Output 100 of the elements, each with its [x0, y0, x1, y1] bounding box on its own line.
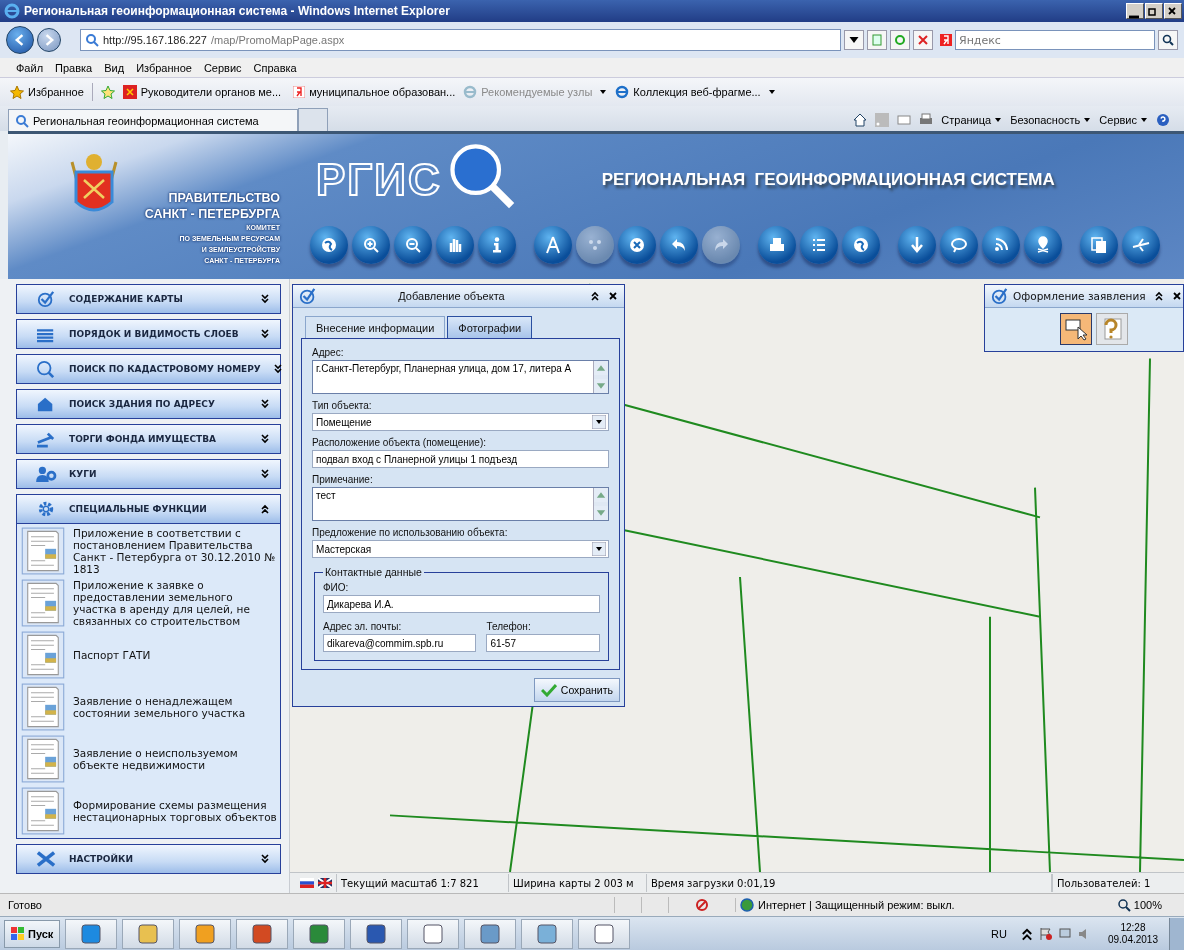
document-link[interactable]: Заявление о ненадлежащем состоянии земельного участка	[73, 695, 277, 719]
show-desktop-button[interactable]	[1169, 917, 1184, 950]
accordion-header[interactable]: ТОРГИ ФОНДА ИМУЩЕСТВА	[17, 425, 280, 453]
menu-item[interactable]: Файл	[16, 61, 44, 74]
map-placeholder[interactable]	[290, 279, 1184, 872]
compass-button[interactable]	[534, 226, 572, 264]
rss-button[interactable]	[982, 226, 1020, 264]
taskbar-app-button[interactable]	[236, 918, 289, 949]
add-favorite-icon[interactable]	[100, 85, 115, 99]
list-button[interactable]	[800, 226, 838, 264]
forward-button[interactable]	[37, 28, 61, 52]
accordion-header[interactable]: СОДЕРЖАНИЕ КАРТЫ	[17, 285, 280, 313]
back-button[interactable]	[6, 26, 34, 54]
speech-button[interactable]	[940, 226, 978, 264]
document-icon[interactable]	[20, 787, 66, 835]
phone-field[interactable]: 61-57	[486, 634, 600, 652]
undo-button[interactable]	[660, 226, 698, 264]
minimize-button[interactable]	[1126, 3, 1144, 19]
home-icon[interactable]	[853, 113, 868, 127]
address-field[interactable]: http://95.167.186.227 /map/PromoMapPage.aspx	[80, 29, 841, 51]
favorite-link[interactable]: Коллекция веб-фрагме...	[615, 85, 776, 99]
print-button[interactable]	[758, 226, 796, 264]
favorite-link[interactable]: Руководители органов ме...	[122, 85, 282, 99]
language-indicator[interactable]: RU	[991, 927, 1007, 940]
zoom-out-button[interactable]	[394, 226, 432, 264]
security-zone[interactable]: Интернет | Защищенный режим: выкл.	[735, 898, 1040, 912]
document-link[interactable]: Заявление о неиспользуемом объекте недвижимости	[73, 747, 277, 771]
accordion-header[interactable]: ПОИСК ЗДАНИЯ ПО АДРЕСУ	[17, 390, 280, 418]
stop-button[interactable]	[913, 30, 933, 50]
browser-tab[interactable]: Региональная геоинформационная система	[8, 109, 298, 131]
zoom-level[interactable]: 100%	[1116, 898, 1176, 912]
accordion-header[interactable]: КУГИ	[17, 460, 280, 488]
dropdown-button[interactable]	[844, 30, 864, 50]
zoom-in-button[interactable]	[352, 226, 390, 264]
favorite-link[interactable]: муниципальное образован...	[289, 86, 456, 98]
russian-flag-icon[interactable]	[300, 878, 314, 888]
search-button[interactable]	[1158, 30, 1178, 50]
clock[interactable]: 12:28 09.04.2013	[1107, 921, 1158, 946]
scrollbar[interactable]	[593, 488, 608, 520]
document-link[interactable]: Приложение в соответствии с постановлением Правительства Санкт - Петербурга от 30.12.2010 № 1813	[73, 527, 277, 575]
text-area[interactable]: г.Санкт-Петербург, Планерная улица, дом 17, литера А	[312, 360, 609, 394]
dropdown-field[interactable]: Помещение	[312, 413, 609, 431]
document-link[interactable]: Формирование схемы размещения нестационарных торговых объектов	[73, 799, 277, 823]
menu-item[interactable]: Избранное	[136, 61, 192, 74]
close-icon[interactable]	[608, 291, 618, 301]
favorites-button[interactable]: Избранное	[10, 85, 84, 99]
close-icon[interactable]	[1171, 291, 1182, 301]
command-menu[interactable]: Сервис	[1099, 114, 1148, 126]
tab[interactable]: Внесение информации	[305, 316, 446, 338]
search-field[interactable]: Яндекс	[955, 30, 1155, 50]
document-icon[interactable]	[20, 579, 66, 627]
pages-button[interactable]	[1080, 226, 1118, 264]
info-button[interactable]	[478, 226, 516, 264]
help-icon[interactable]	[1156, 113, 1170, 127]
accordion-header[interactable]: ПОИСК ПО КАДАСТРОВОМУ НОМЕРУ	[17, 355, 280, 383]
accordion-header[interactable]: СПЕЦИАЛЬНЫЕ ФУНКЦИИ	[17, 495, 280, 523]
flag-icon[interactable]	[1038, 926, 1053, 941]
printer-icon[interactable]	[919, 113, 934, 127]
close-button[interactable]	[618, 226, 656, 264]
document-link[interactable]: Паспорт ГАТИ	[73, 649, 151, 661]
taskbar-app-button[interactable]	[122, 918, 175, 949]
collapse-chevron-icon[interactable]	[1153, 291, 1164, 301]
arrow-down-button[interactable]	[898, 226, 936, 264]
text-field[interactable]: подвал вход с Планерной улицы 1 подъезд	[312, 450, 609, 468]
tab[interactable]: Фотографии	[447, 316, 533, 338]
scroll-up-icon	[594, 361, 608, 375]
taskbar-app-button[interactable]	[350, 918, 403, 949]
scrollbar[interactable]	[593, 361, 608, 393]
document-icon[interactable]	[20, 631, 66, 679]
text-area[interactable]: тест	[312, 487, 609, 521]
accordion-header[interactable]: НАСТРОЙКИ	[17, 845, 280, 873]
taskbar-app-button[interactable]	[521, 918, 574, 949]
name-field[interactable]: Дикарева И.А.	[323, 595, 600, 613]
menu-item[interactable]: Правка	[55, 61, 93, 74]
document-icon[interactable]	[20, 735, 66, 783]
pin-button[interactable]	[1024, 226, 1062, 264]
menu-item[interactable]: Вид	[104, 61, 125, 74]
document-icon[interactable]	[20, 683, 66, 731]
email-field[interactable]: dikareva@commim.spb.ru	[323, 634, 477, 652]
start-button[interactable]: Пуск	[4, 919, 61, 948]
british-flag-icon[interactable]	[318, 878, 332, 888]
document-link[interactable]: Приложение к заявке о предоставлении земельного участка в аренду для целей, не связанных со строительством	[73, 579, 277, 627]
taskbar-app-button[interactable]	[65, 918, 118, 949]
menu-item[interactable]: Сервис	[203, 61, 242, 74]
taskbar-app-button[interactable]	[179, 918, 232, 949]
command-menu[interactable]: Страница	[941, 114, 1003, 126]
taskbar-app-button[interactable]	[293, 918, 346, 949]
save-button[interactable]: Сохранить	[533, 678, 620, 702]
menu-item[interactable]: Справка	[253, 61, 297, 74]
chevron-up-icon[interactable]	[1019, 926, 1034, 941]
refresh-button[interactable]	[890, 30, 910, 50]
document-icon[interactable]	[20, 527, 66, 575]
collapse-chevron-icon[interactable]	[590, 291, 600, 301]
close-button[interactable]	[1164, 3, 1182, 19]
select-tool-button[interactable]	[1060, 313, 1092, 345]
dropdown-field[interactable]: Мастерская	[312, 540, 609, 558]
command-menu[interactable]: Безопасность	[1010, 114, 1092, 126]
maximize-button[interactable]	[1145, 3, 1163, 19]
taskbar-app-button[interactable]	[464, 918, 517, 949]
accordion-header[interactable]: ПОРЯДОК И ВИДИМОСТЬ СЛОЕВ	[17, 320, 280, 348]
